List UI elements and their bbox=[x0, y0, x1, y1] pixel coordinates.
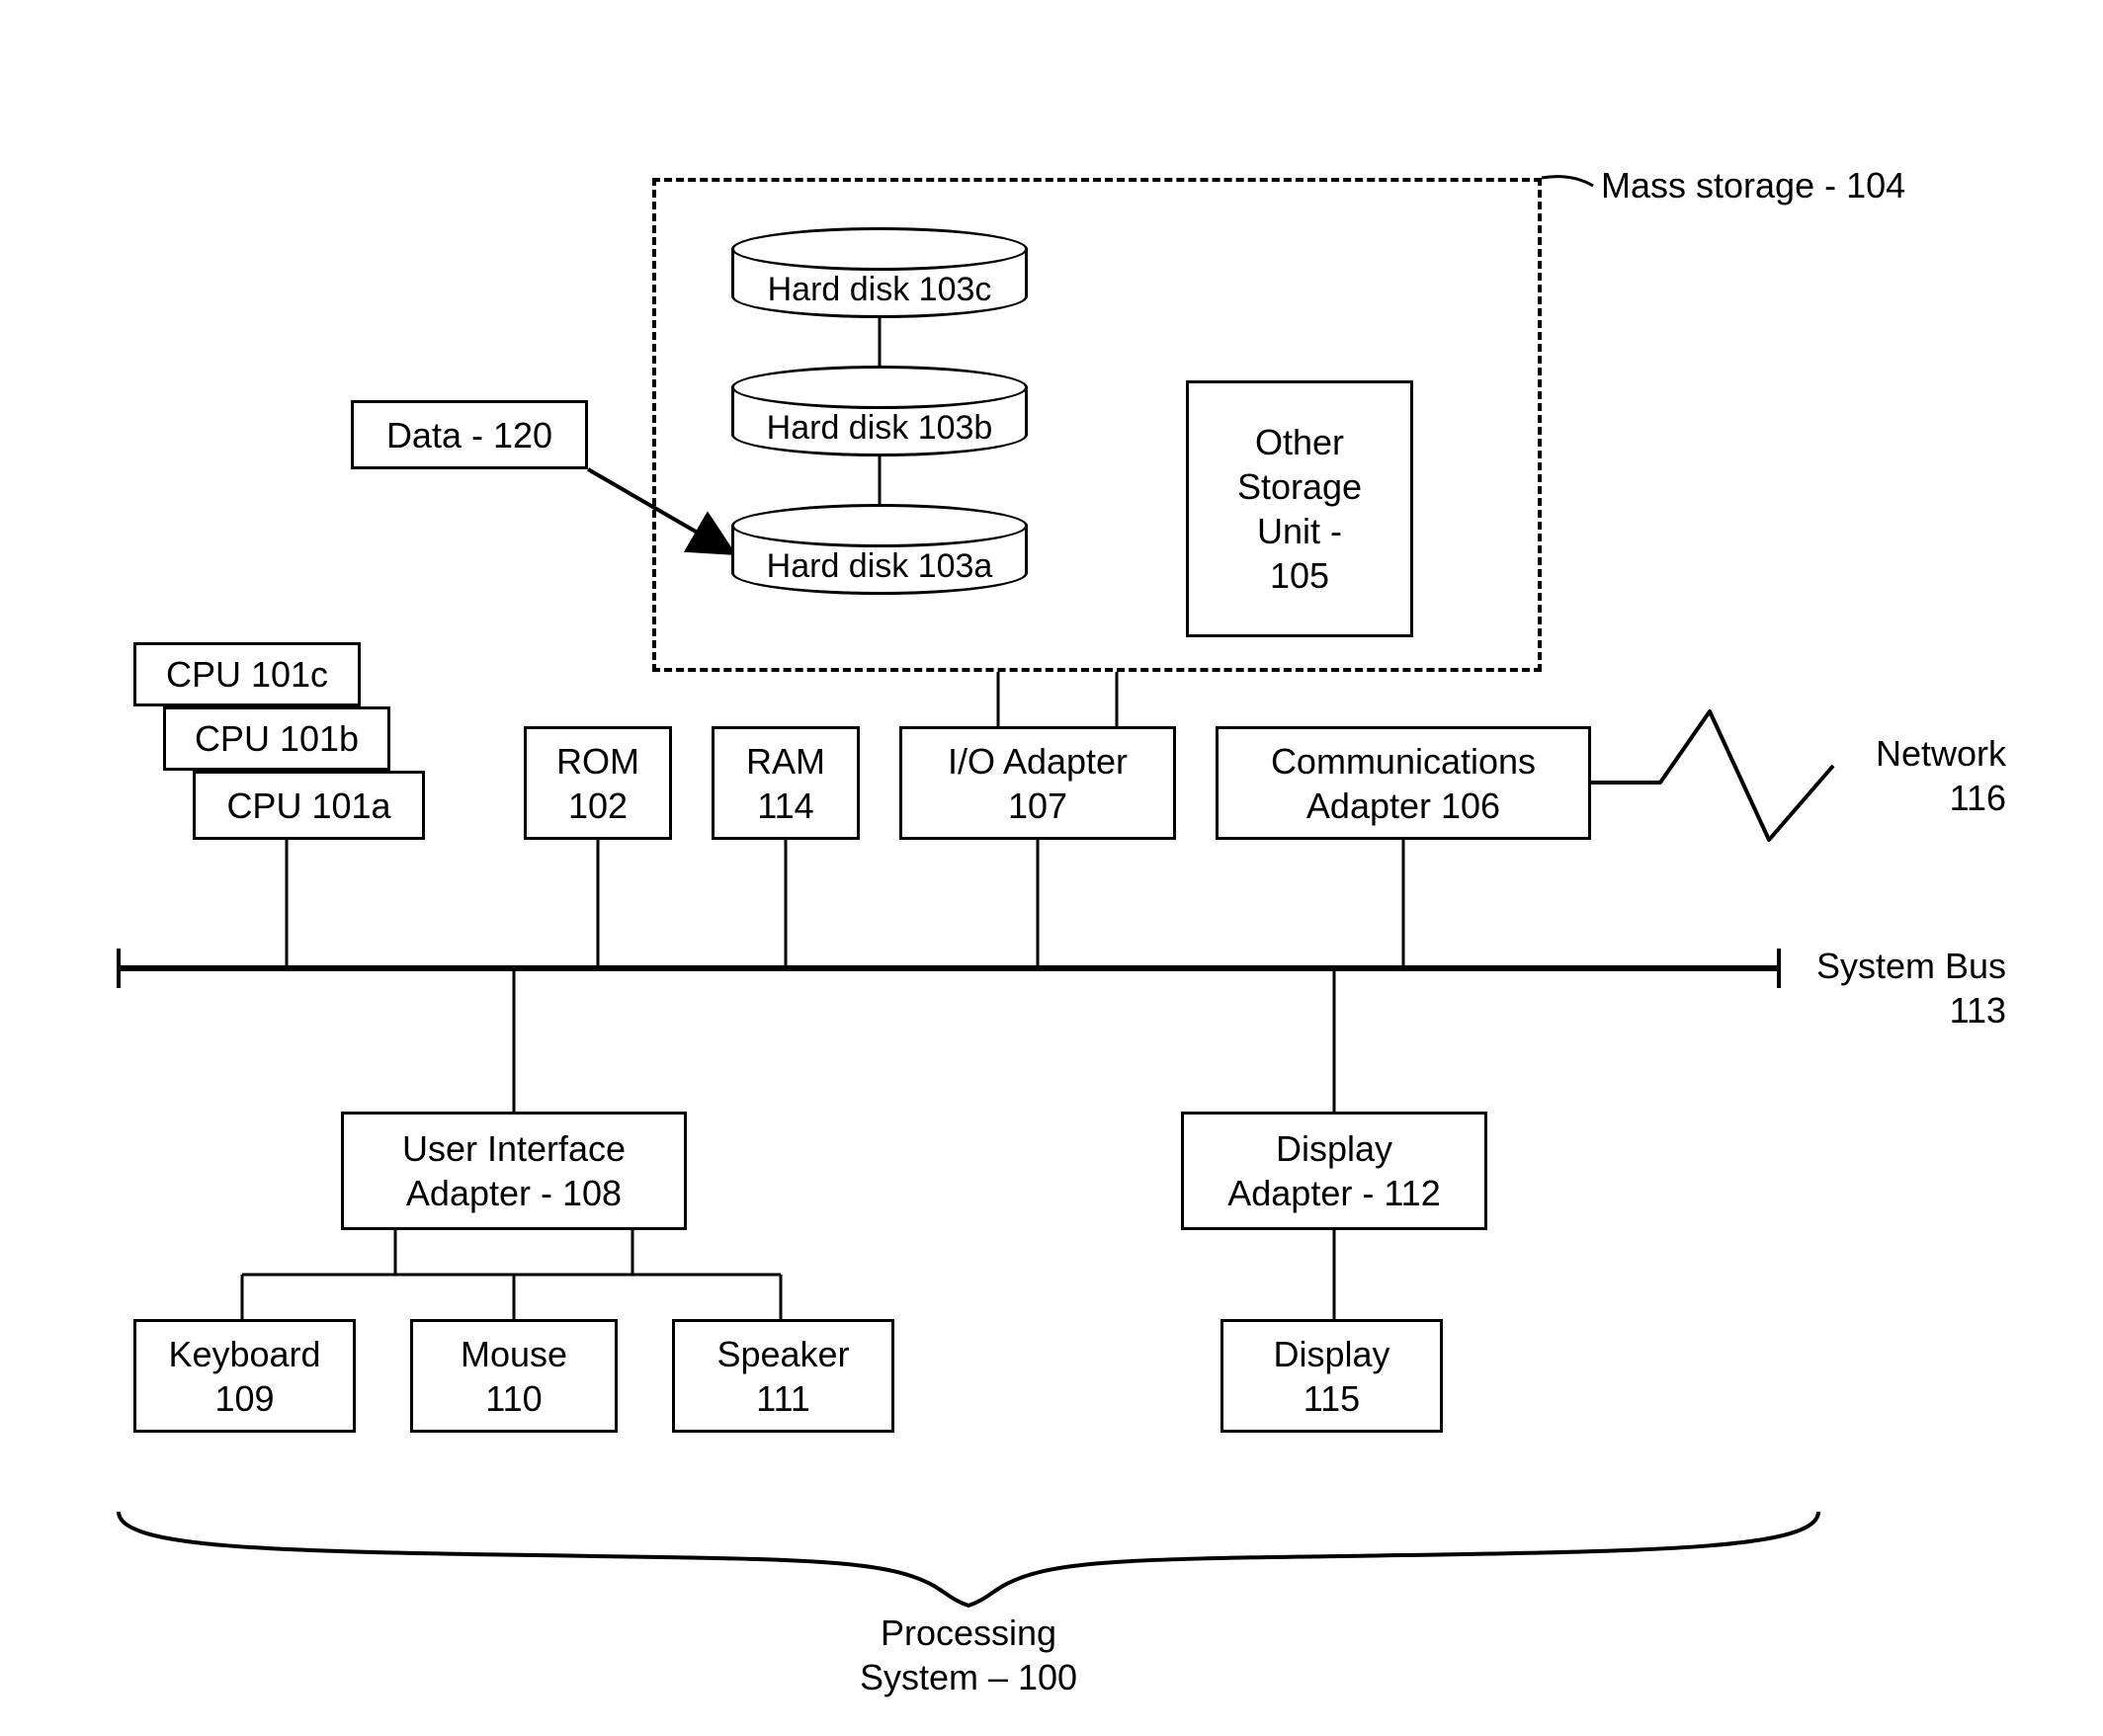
ram: RAM 114 bbox=[712, 726, 860, 840]
rom: ROM 102 bbox=[524, 726, 672, 840]
system-bus-label: System Bus 113 bbox=[1779, 944, 2006, 1033]
display: Display 115 bbox=[1220, 1319, 1443, 1433]
display-adapter: Display Adapter - 112 bbox=[1181, 1112, 1487, 1230]
speaker: Speaker 111 bbox=[672, 1319, 894, 1433]
communications-adapter: Communications Adapter 106 bbox=[1216, 726, 1591, 840]
other-storage-unit: Other Storage Unit - 105 bbox=[1186, 380, 1413, 637]
mouse: Mouse 110 bbox=[410, 1319, 618, 1433]
hard-disk-103c: Hard disk 103c bbox=[731, 227, 1028, 318]
data-label-box: Data - 120 bbox=[351, 400, 588, 469]
cpu-101c: CPU 101c bbox=[133, 642, 361, 706]
cpu-101a: CPU 101a bbox=[193, 771, 425, 840]
io-adapter: I/O Adapter 107 bbox=[899, 726, 1176, 840]
cpu-101b: CPU 101b bbox=[163, 706, 390, 771]
network-label: Network 116 bbox=[1838, 731, 2006, 820]
hard-disk-103a: Hard disk 103a bbox=[731, 504, 1028, 595]
hard-disk-103b: Hard disk 103b bbox=[731, 366, 1028, 456]
user-interface-adapter: User Interface Adapter - 108 bbox=[341, 1112, 687, 1230]
caption: Processing System – 100 bbox=[771, 1611, 1166, 1699]
mass-storage-label: Mass storage - 104 bbox=[1601, 163, 1905, 207]
keyboard: Keyboard 109 bbox=[133, 1319, 356, 1433]
processing-system-diagram: Mass storage - 104 Hard disk 103c Hard d… bbox=[0, 0, 2103, 1736]
